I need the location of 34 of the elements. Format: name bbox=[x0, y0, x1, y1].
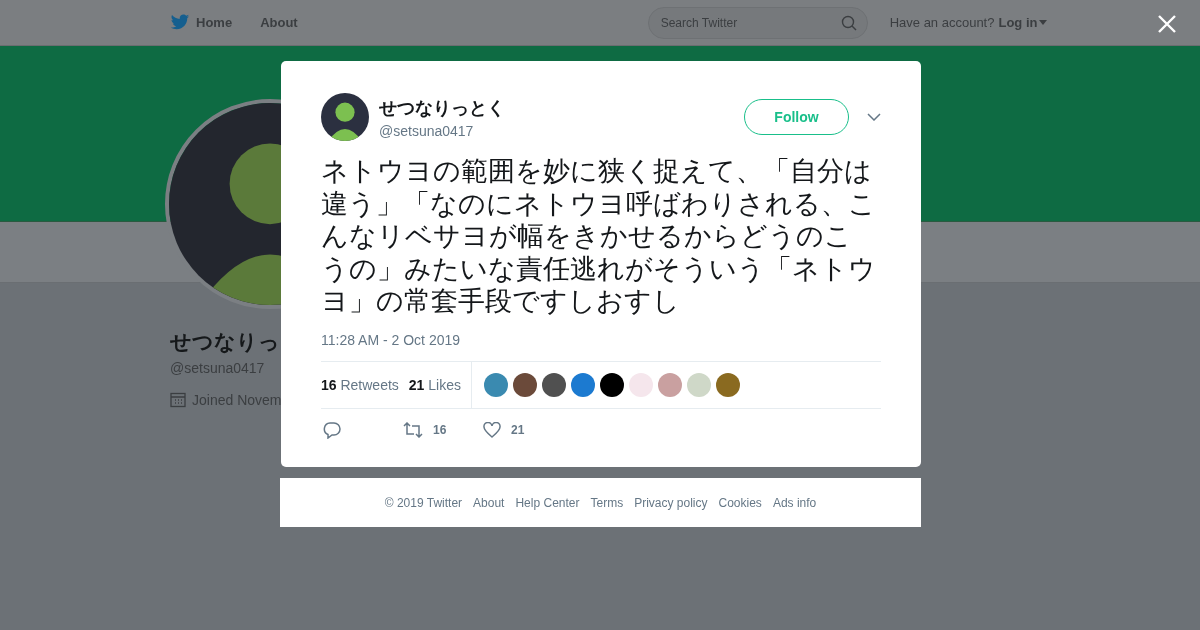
retweet-button[interactable]: 16 bbox=[403, 421, 483, 438]
avatar bbox=[321, 93, 369, 141]
copyright-text: © 2019 Twitter bbox=[384, 495, 463, 510]
stat-count[interactable]: 21 Likes bbox=[408, 376, 461, 393]
reply-icon bbox=[323, 420, 341, 439]
user-handle: @setsuna0417 bbox=[379, 122, 475, 139]
heart-icon bbox=[483, 421, 501, 438]
close-icon bbox=[1157, 13, 1177, 34]
user-name: せつなりっとく bbox=[379, 96, 506, 120]
login-button[interactable]: Log in bbox=[998, 15, 1048, 30]
account-prompt: Have an account? bbox=[889, 15, 995, 30]
chevron-icon[interactable] bbox=[867, 113, 881, 121]
footer-link[interactable]: Privacy policy bbox=[634, 495, 708, 510]
retweet-icon bbox=[403, 421, 423, 438]
tweet-timestamp: 11:28 AM - 2 Oct 2019 bbox=[321, 331, 462, 348]
caret-icon bbox=[1039, 20, 1048, 25]
home-link[interactable]: Home bbox=[170, 14, 233, 31]
footer-link[interactable]: Help Center bbox=[515, 495, 580, 510]
stat-count[interactable]: 16 Retweets bbox=[321, 376, 399, 393]
footer-link[interactable]: About bbox=[473, 495, 505, 510]
profile-name: せつなりっ bbox=[170, 329, 280, 356]
tweet-text: ネトウヨの範囲を妙に狭く捉えて、「自分は違う」「なのにネトウヨ呼ばわりされる、こんなリベサヨが幅をきかせるからどうのこうの」みたいな責任逃れがそういう「ネトウヨ」の常套手段ですしおすし bbox=[321, 155, 877, 318]
about-link[interactable]: About bbox=[260, 15, 298, 30]
search-icon bbox=[840, 14, 857, 31]
calendar-icon bbox=[170, 392, 186, 408]
footer-link[interactable]: Ads info bbox=[772, 495, 817, 510]
footer-link[interactable]: Cookies bbox=[718, 495, 762, 510]
avatar[interactable] bbox=[542, 372, 566, 397]
like-button[interactable]: 21 bbox=[483, 421, 525, 438]
footer-link[interactable]: Terms bbox=[590, 495, 624, 510]
avatar[interactable] bbox=[600, 372, 624, 397]
avatar[interactable] bbox=[513, 372, 537, 397]
bird-icon bbox=[170, 14, 190, 31]
search-field[interactable]: Search Twitter bbox=[647, 6, 868, 39]
